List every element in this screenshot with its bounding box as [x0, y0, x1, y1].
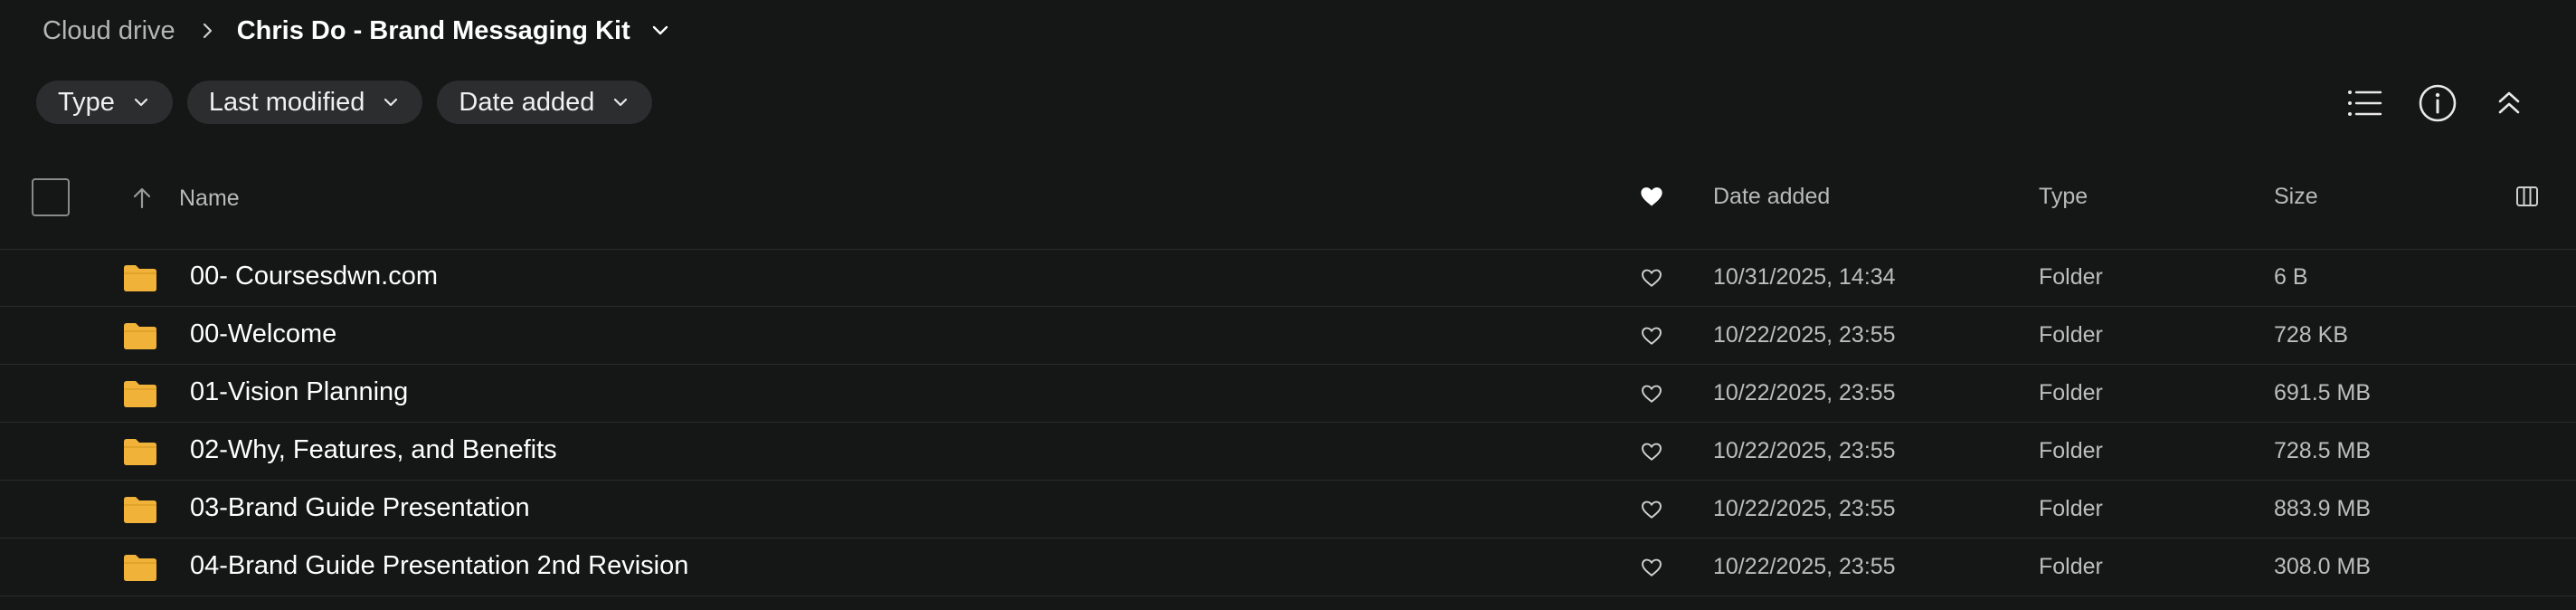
- table-row[interactable]: 00-Welcome 10/22/2025, 23:55 Folder 728 …: [0, 307, 2576, 365]
- table-row[interactable]: 03-Brand Guide Presentation 10/22/2025, …: [0, 481, 2576, 539]
- filter-type-button[interactable]: Type: [36, 81, 173, 124]
- date-added: 10/22/2025, 23:55: [1713, 322, 1896, 348]
- column-header-name[interactable]: Name: [179, 186, 240, 212]
- file-type: Folder: [2039, 496, 2103, 521]
- chevron-down-icon: [611, 92, 630, 112]
- date-added: 10/31/2025, 14:34: [1713, 264, 1896, 290]
- view-toolbar: [2341, 80, 2576, 127]
- folder-icon: [122, 495, 158, 524]
- file-size: 883.9 MB: [2274, 496, 2372, 521]
- date-added: 10/22/2025, 23:55: [1713, 496, 1896, 521]
- favourite-heart-outline-icon[interactable]: [1640, 382, 1663, 405]
- filter-date-added-button[interactable]: Date added: [437, 81, 653, 124]
- file-type: Folder: [2039, 264, 2103, 290]
- folder-icon: [122, 321, 158, 350]
- file-name[interactable]: 00- Coursesdwn.com: [190, 262, 438, 291]
- favourite-heart-outline-icon[interactable]: [1640, 556, 1663, 579]
- file-name[interactable]: 01-Vision Planning: [190, 377, 408, 407]
- filter-bar: Type Last modified Date added: [36, 81, 653, 124]
- file-size: 308.0 MB: [2274, 554, 2372, 579]
- table-row[interactable]: 02-Why, Features, and Benefits 10/22/202…: [0, 423, 2576, 481]
- table-header: Name Date added Type Size: [0, 173, 2576, 250]
- select-all-checkbox[interactable]: [32, 178, 70, 216]
- file-type: Folder: [2039, 438, 2103, 463]
- date-added: 10/22/2025, 23:55: [1713, 380, 1896, 405]
- file-size: 6 B: [2274, 264, 2308, 290]
- file-list: 00- Coursesdwn.com 10/31/2025, 14:34 Fol…: [0, 249, 2576, 596]
- folder-icon: [122, 379, 158, 408]
- info-icon[interactable]: [2414, 80, 2461, 127]
- file-size: 728.5 MB: [2274, 438, 2372, 463]
- filter-type-label: Type: [58, 87, 115, 117]
- file-name[interactable]: 04-Brand Guide Presentation 2nd Revision: [190, 551, 688, 581]
- filter-last-modified-button[interactable]: Last modified: [186, 81, 423, 124]
- favourite-heart-outline-icon[interactable]: [1640, 324, 1663, 348]
- table-row[interactable]: 04-Brand Guide Presentation 2nd Revision…: [0, 539, 2576, 596]
- file-name[interactable]: 02-Why, Features, and Benefits: [190, 435, 557, 465]
- date-added: 10/22/2025, 23:55: [1713, 438, 1896, 463]
- list-view-icon[interactable]: [2341, 80, 2388, 127]
- chevron-down-icon: [381, 92, 401, 112]
- folder-menu-chevron-down-icon[interactable]: [649, 19, 672, 43]
- favourite-heart-outline-icon[interactable]: [1640, 498, 1663, 521]
- file-type: Folder: [2039, 380, 2103, 405]
- date-added: 10/22/2025, 23:55: [1713, 554, 1896, 579]
- file-name[interactable]: 00-Welcome: [190, 319, 336, 349]
- breadcrumb: Cloud drive Chris Do - Brand Messaging K…: [43, 13, 672, 49]
- folder-icon: [122, 437, 158, 466]
- filter-date-added-label: Date added: [459, 87, 595, 117]
- table-row[interactable]: 00- Coursesdwn.com 10/31/2025, 14:34 Fol…: [0, 249, 2576, 307]
- breadcrumb-current-folder: Chris Do - Brand Messaging Kit: [236, 15, 630, 45]
- filter-last-modified-label: Last modified: [208, 87, 365, 117]
- chevron-down-icon: [131, 92, 151, 112]
- folder-icon: [122, 263, 158, 292]
- folder-icon: [122, 553, 158, 582]
- columns-settings-icon[interactable]: [2514, 184, 2540, 209]
- favourite-heart-outline-icon[interactable]: [1640, 440, 1663, 463]
- column-header-date-added[interactable]: Date added: [1713, 184, 1830, 210]
- column-header-type[interactable]: Type: [2039, 184, 2088, 210]
- favourite-heart-filled-icon[interactable]: [1639, 184, 1664, 209]
- file-size: 728 KB: [2274, 322, 2349, 348]
- favourite-heart-outline-icon[interactable]: [1640, 266, 1663, 290]
- file-type: Folder: [2039, 322, 2103, 348]
- column-header-size[interactable]: Size: [2274, 184, 2318, 210]
- file-name[interactable]: 03-Brand Guide Presentation: [190, 493, 530, 523]
- chevron-right-icon: [197, 21, 217, 41]
- table-row[interactable]: 01-Vision Planning 10/22/2025, 23:55 Fol…: [0, 365, 2576, 423]
- breadcrumb-root-link[interactable]: Cloud drive: [43, 16, 175, 46]
- file-type: Folder: [2039, 554, 2103, 579]
- file-size: 691.5 MB: [2274, 380, 2372, 405]
- collapse-icon[interactable]: [2486, 80, 2533, 127]
- sort-ascending-arrow-icon[interactable]: [129, 186, 155, 211]
